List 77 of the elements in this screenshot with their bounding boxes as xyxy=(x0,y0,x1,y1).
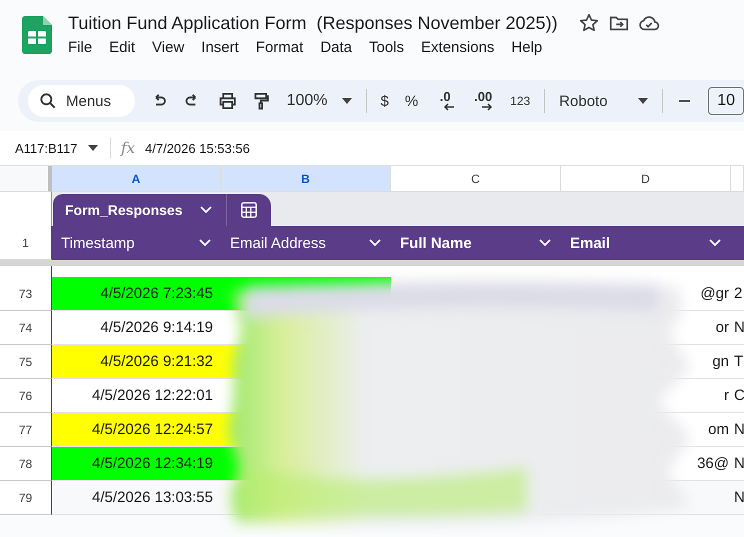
caret-icon[interactable] xyxy=(342,98,352,104)
row-number: 77 xyxy=(18,422,32,436)
left-arrow-icon[interactable] xyxy=(443,103,456,111)
font-size-field[interactable]: 10 xyxy=(708,87,744,115)
table-menu-tab[interactable] xyxy=(227,194,272,226)
document-title[interactable]: Tuition Fund Application Form (Responses November 2025)) xyxy=(68,12,558,34)
column-header[interactable]: C xyxy=(391,166,561,192)
table-cell: gn xyxy=(712,353,729,370)
search-icon[interactable] xyxy=(38,91,58,111)
row-number: 76 xyxy=(18,388,32,402)
formula-icon: fx xyxy=(121,139,136,157)
cell-range-box[interactable]: A117:B117 xyxy=(0,140,88,156)
table-cell: r xyxy=(724,387,729,404)
minus-icon[interactable] xyxy=(678,100,690,102)
menu-item[interactable]: Extensions xyxy=(421,39,494,56)
column-heading[interactable]: Full Name xyxy=(400,234,472,252)
table-cell: 4/5/2026 9:21:32 xyxy=(100,353,213,370)
column-header[interactable]: B xyxy=(221,166,391,192)
star-icon[interactable] xyxy=(578,12,600,34)
menu-item[interactable]: Edit xyxy=(109,39,136,56)
chevron-down-icon[interactable] xyxy=(369,239,381,247)
increase-decimal-button[interactable]: .00 xyxy=(464,86,502,116)
table-cell: @gr xyxy=(700,285,729,302)
formula-input[interactable]: 4/7/2026 15:53:56 xyxy=(145,140,250,156)
row-number: 79 xyxy=(18,490,32,504)
chevron-down-icon[interactable] xyxy=(709,239,721,247)
table-cell: 4/5/2026 12:24:57 xyxy=(92,421,213,438)
table-cell: 36@ xyxy=(697,455,729,472)
table-cell: T xyxy=(734,353,744,370)
row-number: 1 xyxy=(0,226,52,260)
row-number: 78 xyxy=(18,456,32,470)
table-name-tab[interactable]: Form_Responses xyxy=(53,194,228,226)
table-cell: N xyxy=(734,489,744,506)
table-cell: 4/5/2026 12:22:01 xyxy=(92,387,213,404)
row-number: 74 xyxy=(18,320,32,334)
menu-item[interactable]: Insert xyxy=(201,39,239,56)
table-cell: or xyxy=(716,319,729,336)
column-heading[interactable]: Email Address xyxy=(230,234,326,252)
right-arrow-icon[interactable] xyxy=(481,103,494,111)
menu-item[interactable]: Tools xyxy=(369,39,404,56)
caret-icon[interactable] xyxy=(88,145,98,151)
zoom-dropdown[interactable]: 100% xyxy=(278,86,360,116)
table-cell: 4/5/2026 7:23:45 xyxy=(100,285,213,302)
print-icon[interactable] xyxy=(216,90,238,112)
font-dropdown[interactable]: Roboto xyxy=(551,86,656,116)
table-cell: N xyxy=(734,455,744,472)
spreadsheet-logo-icon[interactable] xyxy=(22,16,52,54)
menu-item[interactable]: File xyxy=(68,39,92,56)
column-heading[interactable]: Timestamp xyxy=(61,234,135,252)
table-cell: om xyxy=(708,421,729,438)
chevron-down-icon[interactable] xyxy=(539,239,551,247)
menu-search-field[interactable]: Menus xyxy=(28,85,136,117)
currency-format-button[interactable]: $ xyxy=(372,86,397,116)
table-cell: N xyxy=(734,421,744,438)
row-number: 75 xyxy=(18,354,32,368)
row-number: 73 xyxy=(18,286,32,300)
chevron-down-icon[interactable] xyxy=(199,239,211,247)
table-cell: 2 xyxy=(734,285,742,302)
row-header-cell xyxy=(0,192,52,226)
menu-item[interactable]: Help xyxy=(511,39,542,56)
chevron-down-icon[interactable] xyxy=(200,206,212,214)
table-cell: 4/5/2026 12:34:19 xyxy=(92,455,213,472)
table-cell: N xyxy=(734,319,744,336)
table-cell: 4/5/2026 9:14:19 xyxy=(100,319,213,336)
caret-icon[interactable] xyxy=(638,98,648,104)
table-grid-icon[interactable] xyxy=(240,201,258,219)
menu-item[interactable]: View xyxy=(152,39,184,56)
number-format-button[interactable]: 123 xyxy=(502,86,538,116)
column-heading[interactable]: Email xyxy=(570,234,610,252)
menu-item[interactable]: Data xyxy=(320,39,352,56)
percent-format-button[interactable]: % xyxy=(396,86,426,116)
table-cell: C xyxy=(734,387,744,404)
column-header[interactable]: D xyxy=(561,166,731,192)
decrease-decimal-button[interactable]: .0 xyxy=(426,86,464,116)
table-cell: 4/5/2026 13:03:55 xyxy=(92,489,213,506)
column-header[interactable]: A xyxy=(52,166,221,192)
menu-item[interactable]: Format xyxy=(256,39,304,56)
